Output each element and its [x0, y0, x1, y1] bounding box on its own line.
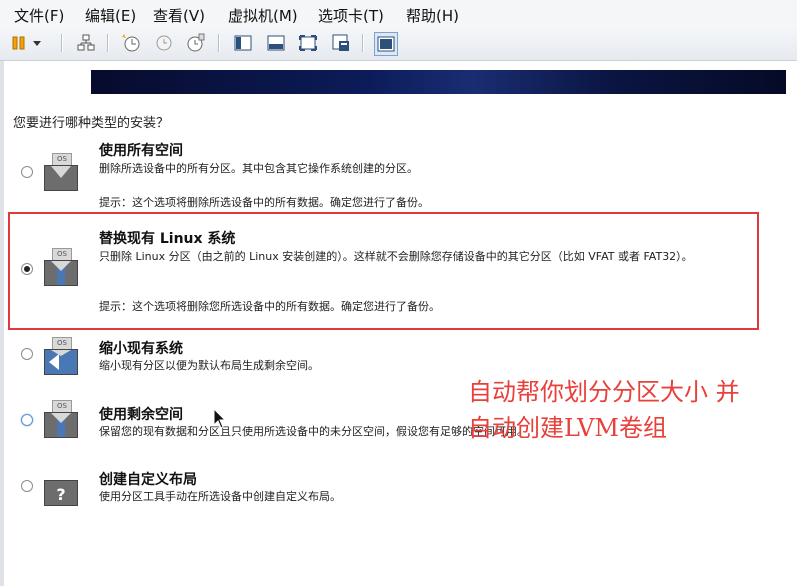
menu-help[interactable]: 帮助(H) — [406, 5, 459, 26]
unity-icon[interactable] — [330, 32, 352, 54]
option-title: 使用剩余空间 — [99, 407, 183, 423]
install-type-question: 您要进行哪种类型的安装？ — [13, 116, 170, 131]
option-description: 删除所选设备中的所有分区。其中包含其它操作系统创建的分区。 — [99, 162, 418, 175]
toolbar-separator — [107, 34, 109, 52]
os-disk-shrink-icon: OS — [42, 337, 80, 377]
radio-use-all-space[interactable] — [21, 166, 33, 178]
network-icon[interactable] — [75, 32, 97, 54]
option-note: 提示：这个选项将删除所选设备中的所有数据。确定您进行了备份。 — [99, 196, 429, 209]
thumbnail-icon[interactable] — [374, 32, 398, 56]
custom-layout-icon: ? — [42, 468, 80, 508]
annotation-line-1: 自动帮你划分分区大小 并 — [468, 378, 740, 406]
menu-bar: 文件(F) 编辑(E) 查看(V) 虚拟机(M) 选项卡(T) 帮助(H) — [0, 0, 797, 28]
option-title: 使用所有空间 — [99, 143, 183, 159]
toolbar — [0, 28, 797, 61]
toolbar-separator — [218, 34, 220, 52]
radio-custom-layout[interactable] — [21, 480, 33, 492]
os-disk-erase-icon: OS — [42, 153, 80, 193]
fit-window-icon[interactable] — [265, 32, 287, 54]
fullscreen-icon[interactable] — [297, 32, 319, 54]
option-description: 使用分区工具手动在所选设备中创建自定义布局。 — [99, 490, 341, 503]
revert-icon[interactable] — [153, 32, 175, 54]
snapshot-manager-icon[interactable] — [185, 32, 207, 54]
menu-tabs[interactable]: 选项卡(T) — [318, 5, 384, 26]
toolbar-separator — [61, 34, 63, 52]
toolbar-separator — [362, 34, 364, 52]
option-title: 缩小现有系统 — [99, 341, 183, 357]
menu-view[interactable]: 查看(V) — [153, 5, 205, 26]
svg-text:?: ? — [56, 485, 65, 504]
radio-use-free-space[interactable] — [21, 414, 33, 426]
dropdown-icon[interactable] — [30, 32, 44, 54]
radio-shrink-system[interactable] — [21, 348, 33, 360]
highlight-box — [8, 212, 759, 330]
installer-banner — [91, 70, 786, 94]
snapshot-icon[interactable] — [120, 32, 142, 54]
menu-edit[interactable]: 编辑(E) — [85, 5, 136, 26]
console-view-icon[interactable] — [232, 32, 254, 54]
pause-icon[interactable] — [8, 32, 30, 54]
menu-vm[interactable]: 虚拟机(M) — [228, 5, 298, 26]
menu-file[interactable]: 文件(F) — [14, 5, 64, 26]
mouse-cursor-icon — [213, 407, 227, 434]
option-title: 创建自定义布局 — [99, 472, 197, 488]
annotation-line-2: 自动创建LVM卷组 — [468, 414, 667, 442]
os-disk-free-space-icon: OS — [42, 400, 80, 440]
